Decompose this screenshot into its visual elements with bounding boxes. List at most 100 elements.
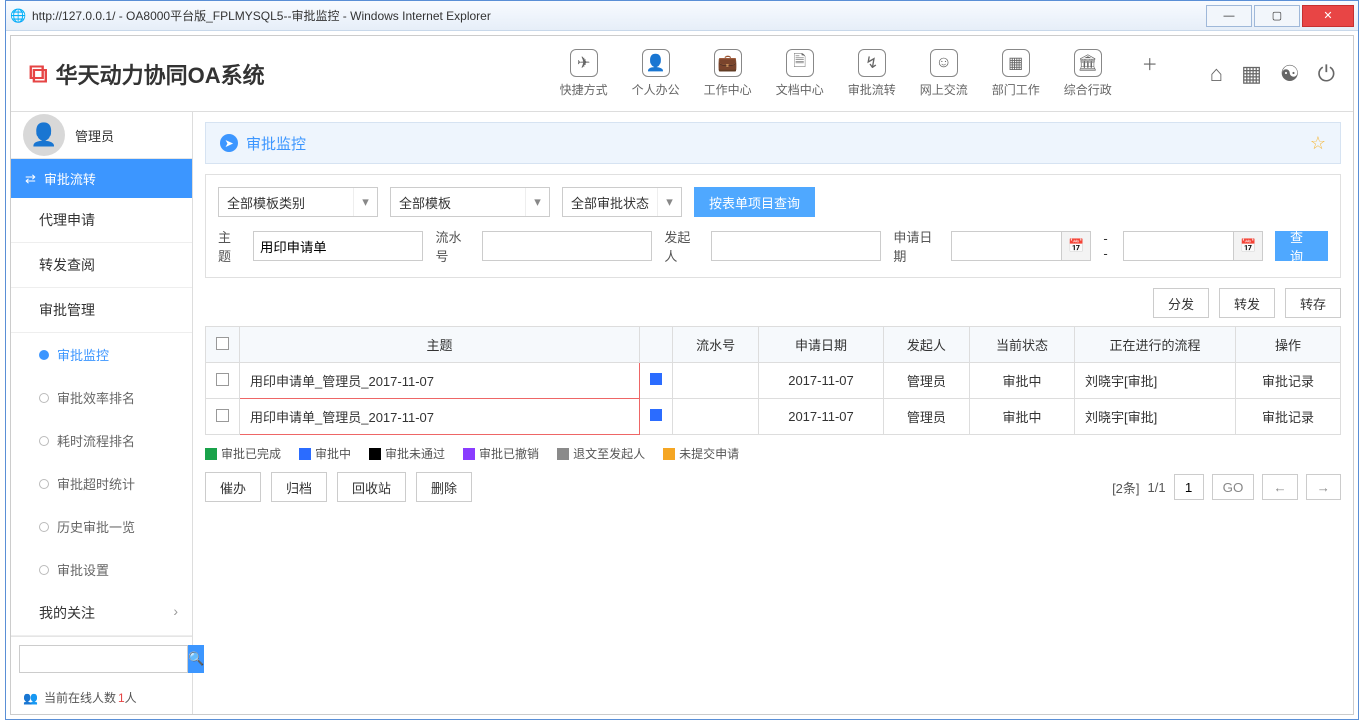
col-date: 申请日期 [759,327,883,363]
sidebar-item-forward[interactable]: 转发查阅 [11,243,192,288]
label-applydate: 申请日期 [893,227,939,265]
sidebar-search-input[interactable] [19,645,188,673]
sidebar-sub-timeout[interactable]: 审批超时统计 [11,462,192,505]
cell-op[interactable]: 审批记录 [1236,363,1341,399]
sidebar-sub-time[interactable]: 耗时流程排名 [11,419,192,462]
row-checkbox[interactable] [216,409,229,422]
initiator-input[interactable] [711,231,881,261]
sidebar-item-manage[interactable]: 审批管理 [11,288,192,333]
app-frame: ⧉ 华天动力协同OA系统 ✈快捷方式 👤个人办公 💼工作中心 🗎文档中心 ↯审批… [10,35,1354,715]
archive-button[interactable]: 归档 [271,472,327,502]
minimize-button[interactable]: — [1206,5,1252,27]
row-checkbox[interactable] [216,373,229,386]
date-to[interactable]: 📅 [1123,231,1263,261]
legend-color-icon [369,448,381,460]
search-by-form-button[interactable]: 按表单项目查询 [694,187,815,217]
brand: ⧉ 华天动力协同OA系统 [29,58,265,90]
sidebar-group-approve[interactable]: ⇄ 审批流转 [11,159,192,198]
subject-input[interactable] [253,231,423,261]
col-status [640,327,673,363]
status-square-icon [650,409,662,421]
select-template-category[interactable]: 全部模板类别▾ [218,187,378,217]
pager-go-button[interactable]: GO [1212,474,1255,500]
star-icon[interactable]: ☆ [1310,133,1326,154]
date-to-input[interactable] [1123,231,1233,261]
top-header: ⧉ 华天动力协同OA系统 ✈快捷方式 👤个人办公 💼工作中心 🗎文档中心 ↯审批… [11,36,1353,112]
brand-text: 华天动力协同OA系统 [56,58,265,90]
select-status[interactable]: 全部审批状态▾ [562,187,682,217]
flowno-input[interactable] [482,231,652,261]
chevron-down-icon: ▾ [353,188,377,216]
legend-color-icon [463,448,475,460]
cell-flowno [673,363,759,399]
home-icon[interactable]: ⌂ [1210,61,1223,87]
top-actions: 分发 转发 转存 [205,288,1341,318]
calendar-icon[interactable]: 📅 [1061,231,1091,261]
legend-color-icon [557,448,569,460]
people-icon: 👥 [23,691,38,705]
nav-dept[interactable]: ▦部门工作 [986,45,1046,102]
user-name: 管理员 [75,126,114,145]
cell-flowno [673,399,759,435]
forward-button[interactable]: 转发 [1219,288,1275,318]
calendar-icon[interactable]: 📅 [1233,231,1263,261]
cell-process: 刘晓宇[审批] [1074,363,1235,399]
nav-approve[interactable]: ↯审批流转 [842,45,902,102]
date-from-input[interactable] [951,231,1061,261]
recycle-button[interactable]: 回收站 [337,472,406,502]
cell-op[interactable]: 审批记录 [1236,399,1341,435]
sidebar-sub-monitor[interactable]: 审批监控 [11,333,192,376]
table-header-row: 主题 流水号 申请日期 发起人 当前状态 正在进行的流程 操作 [206,327,1341,363]
shirt-icon[interactable]: ☯ [1280,61,1300,87]
power-icon[interactable]: ⏻ [1318,61,1335,87]
transfer-button[interactable]: 转存 [1285,288,1341,318]
sidebar-item-agent[interactable]: 代理申请 [11,198,192,243]
legend-item: 审批已撤销 [463,445,539,462]
cell-subject[interactable]: 用印申请单_管理员_2017-11-07 [240,363,640,399]
label-subject: 主题 [218,227,241,265]
chevron-down-icon: ▾ [525,188,549,216]
online-count: 👥 当前在线人数 1 人 [11,681,192,714]
nav-add[interactable]: ＋ [1130,45,1170,102]
label-flowno: 流水号 [435,227,469,265]
nav-admin[interactable]: 🏛综合行政 [1058,45,1118,102]
flow-icon: ⇄ [25,171,36,187]
grid-icon[interactable]: ▦ [1241,61,1262,87]
date-from[interactable]: 📅 [951,231,1091,261]
nav-chat[interactable]: ☺网上交流 [914,45,974,102]
user-box: 👤 管理员 [11,112,192,159]
cell-subject[interactable]: 用印申请单_管理员_2017-11-07 [240,399,640,435]
sidebar-sub-settings[interactable]: 审批设置 [11,548,192,591]
legend-item: 未提交申请 [663,445,739,462]
nav-personal[interactable]: 👤个人办公 [626,45,686,102]
pager-input[interactable] [1174,474,1204,500]
maximize-button[interactable]: ▢ [1254,5,1300,27]
query-button[interactable]: 查询 [1275,231,1328,261]
urge-button[interactable]: 催办 [205,472,261,502]
nav-shortcut[interactable]: ✈快捷方式 [554,45,614,102]
pager-next-button[interactable]: → [1306,474,1341,500]
distribute-button[interactable]: 分发 [1153,288,1209,318]
pager-prev-button[interactable]: ← [1262,474,1297,500]
date-dash: -- [1103,231,1111,261]
nav-work[interactable]: 💼工作中心 [698,45,758,102]
header-checkbox[interactable] [216,337,229,350]
nav-docs[interactable]: 🗎文档中心 [770,45,830,102]
legend-color-icon [205,448,217,460]
sidebar-sub-history[interactable]: 历史审批一览 [11,505,192,548]
sidebar-search: 🔍 [11,636,192,681]
top-nav: ✈快捷方式 👤个人办公 💼工作中心 🗎文档中心 ↯审批流转 ☺网上交流 ▦部门工… [554,45,1170,102]
select-template[interactable]: 全部模板▾ [390,187,550,217]
cell-process: 刘晓宇[审批] [1074,399,1235,435]
cell-date: 2017-11-07 [759,363,883,399]
cell-initiator: 管理员 [883,363,969,399]
pager: [2条] 1/1 GO ← → [1112,474,1341,500]
cell-state: 审批中 [969,399,1074,435]
delete-button[interactable]: 删除 [416,472,472,502]
close-button[interactable]: ✕ [1302,5,1354,27]
sidebar-item-follow[interactable]: 我的关注 [11,591,192,636]
table-row[interactable]: 用印申请单_管理员_2017-11-072017-11-07管理员审批中刘晓宇[… [206,363,1341,399]
table-row[interactable]: 用印申请单_管理员_2017-11-072017-11-07管理员审批中刘晓宇[… [206,399,1341,435]
legend-item: 审批中 [299,445,351,462]
sidebar-sub-efficiency[interactable]: 审批效率排名 [11,376,192,419]
